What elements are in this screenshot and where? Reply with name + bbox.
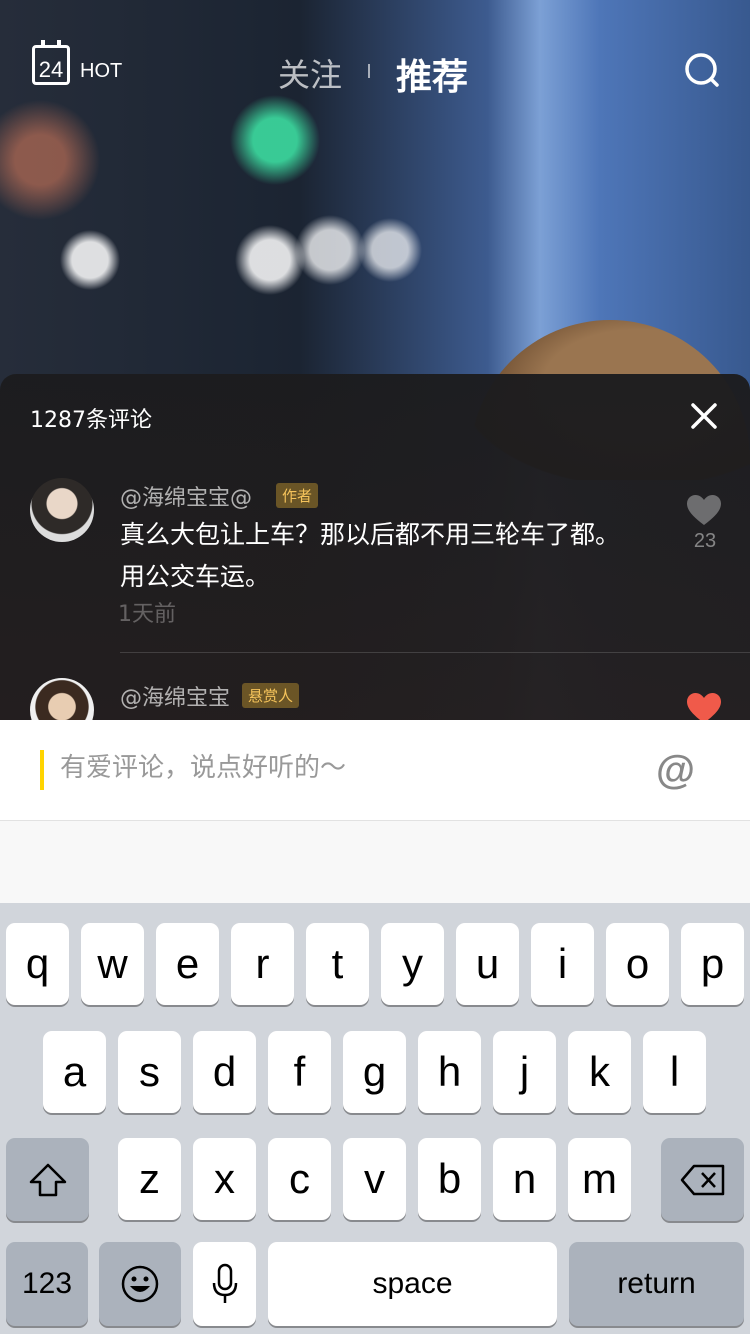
key-s[interactable]: s: [118, 1031, 181, 1113]
key-l[interactable]: l: [643, 1031, 706, 1113]
shift-key[interactable]: [6, 1138, 89, 1221]
comment-count: 1287条评论: [30, 408, 152, 433]
key-p[interactable]: p: [681, 923, 744, 1005]
key-w[interactable]: w: [81, 923, 144, 1005]
key-v[interactable]: v: [343, 1138, 406, 1220]
microphone-key[interactable]: [193, 1242, 256, 1326]
key-g[interactable]: g: [343, 1031, 406, 1113]
reward-badge: 悬赏人: [242, 683, 300, 708]
tab-recommend[interactable]: 推荐: [396, 48, 468, 100]
key-m[interactable]: m: [568, 1138, 631, 1220]
key-n[interactable]: n: [493, 1138, 556, 1220]
key-u[interactable]: u: [456, 923, 519, 1005]
key-t[interactable]: t: [306, 923, 369, 1005]
numbers-key[interactable]: 123: [6, 1242, 88, 1326]
key-a[interactable]: a: [43, 1031, 106, 1113]
key-f[interactable]: f: [268, 1031, 331, 1113]
emoji-icon: [121, 1265, 159, 1303]
comment-divider: [120, 652, 750, 653]
key-e[interactable]: e: [156, 923, 219, 1005]
heart-icon[interactable]: [686, 494, 722, 530]
key-d[interactable]: d: [193, 1031, 256, 1113]
comment-time: 1天前: [118, 602, 176, 627]
comment-input-bar: @: [0, 720, 750, 821]
key-i[interactable]: i: [531, 923, 594, 1005]
comment-username[interactable]: @海绵宝宝: [120, 680, 230, 712]
shift-icon: [29, 1163, 66, 1196]
delete-icon: [680, 1164, 724, 1195]
delete-key[interactable]: [661, 1138, 744, 1221]
tab-divider: [368, 64, 370, 78]
search-icon[interactable]: [684, 52, 719, 87]
comment-username[interactable]: @海绵宝宝@: [120, 480, 252, 512]
text-cursor: [40, 750, 44, 790]
calendar-icon[interactable]: 24: [32, 40, 70, 85]
key-z[interactable]: z: [118, 1138, 181, 1220]
input-spacer: [0, 821, 750, 903]
emoji-key[interactable]: [99, 1242, 181, 1326]
avatar[interactable]: [30, 678, 94, 720]
keyboard: q w e r t y u i o p a s d f g h j k l z …: [0, 903, 750, 1334]
key-h[interactable]: h: [418, 1031, 481, 1113]
key-k[interactable]: k: [568, 1031, 631, 1113]
mention-button[interactable]: @: [656, 748, 695, 793]
space-key[interactable]: space: [268, 1242, 557, 1326]
key-x[interactable]: x: [193, 1138, 256, 1220]
microphone-icon: [212, 1263, 237, 1303]
like-count: 23: [693, 530, 717, 552]
author-badge: 作者: [276, 483, 319, 508]
comment-input[interactable]: [58, 752, 622, 784]
key-o[interactable]: o: [606, 923, 669, 1005]
return-key[interactable]: return: [569, 1242, 744, 1326]
close-icon[interactable]: [690, 402, 718, 430]
tab-follow[interactable]: 关注: [278, 50, 342, 96]
key-c[interactable]: c: [268, 1138, 331, 1220]
heart-icon[interactable]: [686, 692, 722, 720]
key-j[interactable]: j: [493, 1031, 556, 1113]
comment-text: 真么大包让上车？那以后都不用三轮车了都。用公交车运。: [120, 520, 621, 591]
hot-label[interactable]: HOT: [80, 60, 122, 83]
comments-panel: 1287条评论 @海绵宝宝@ 作者 真么大包让上车？那以后都不用三轮车了都。用公…: [0, 374, 750, 720]
key-b[interactable]: b: [418, 1138, 481, 1220]
top-navigation: 24 HOT 关注 推荐: [0, 0, 750, 140]
key-r[interactable]: r: [231, 923, 294, 1005]
avatar[interactable]: [30, 478, 94, 542]
key-y[interactable]: y: [381, 923, 444, 1005]
key-q[interactable]: q: [6, 923, 69, 1005]
